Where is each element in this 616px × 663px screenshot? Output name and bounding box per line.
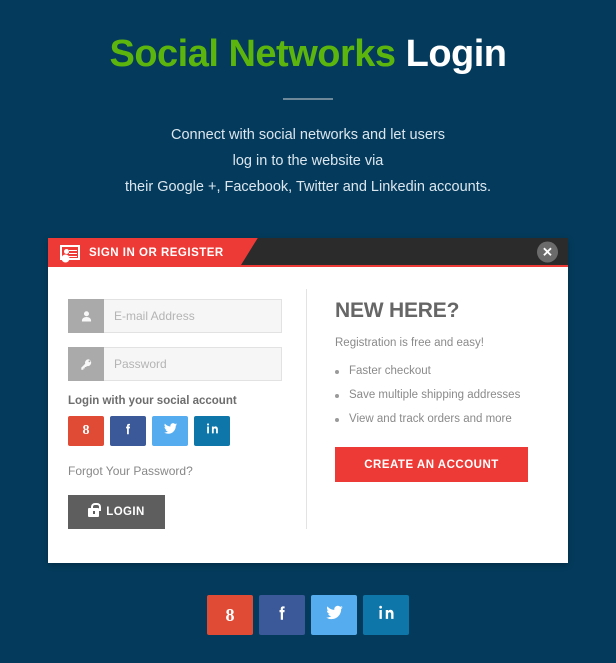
facebook-icon [273,604,291,627]
twitter-icon [325,603,344,627]
subtitle-line-3: their Google +, Facebook, Twitter and Li… [0,174,616,200]
google-plus-icon: 8 [83,423,90,439]
social-button-google-plus[interactable]: 8 [68,416,104,446]
list-item: Save multiple shipping addresses [335,389,568,401]
register-column: NEW HERE? Registration is free and easy!… [306,289,568,529]
create-account-button[interactable]: CREATE AN ACCOUNT [335,447,528,482]
subtitle-line-1: Connect with social networks and let use… [0,122,616,148]
password-field [68,347,282,381]
facebook-icon [121,422,135,441]
user-icon [68,299,104,333]
page-subtitle: Connect with social networks and let use… [0,122,616,200]
social-button-twitter[interactable] [152,416,188,446]
login-button-label: LOGIN [106,506,144,518]
key-icon [68,347,104,381]
lock-icon [88,508,99,517]
social-login-buttons: 8 [68,416,306,446]
register-heading: NEW HERE? [335,299,568,323]
footer-social-button-twitter[interactable] [311,595,357,635]
list-item: View and track orders and more [335,413,568,425]
linkedin-icon [378,604,395,626]
footer-social-bar: 8 [0,595,616,635]
footer-social-button-linkedin[interactable] [363,595,409,635]
twitter-icon [163,421,178,441]
social-button-facebook[interactable] [110,416,146,446]
register-benefits-list: Faster checkout Save multiple shipping a… [335,365,568,425]
modal-header: SIGN IN OR REGISTER ✕ [48,238,568,267]
register-intro: Registration is free and easy! [335,337,568,349]
tab-label: SIGN IN OR REGISTER [89,247,224,259]
forgot-password-link[interactable]: Forgot Your Password? [68,464,306,478]
signin-register-tab[interactable]: SIGN IN OR REGISTER [48,238,258,267]
linkedin-icon [206,422,219,440]
page-title: Social Networks Login [0,28,616,80]
social-login-label: Login with your social account [68,395,306,407]
google-plus-icon: 8 [226,605,235,626]
list-item: Faster checkout [335,365,568,377]
page-title-suffix: Login [406,33,507,75]
footer-social-button-facebook[interactable] [259,595,305,635]
title-divider [283,98,333,100]
email-input[interactable] [104,299,282,333]
hero-section: Social Networks Login Connect with socia… [0,0,616,200]
subtitle-line-2: log in to the website via [0,148,616,174]
signin-modal: SIGN IN OR REGISTER ✕ Login with your so… [48,238,568,563]
close-icon[interactable]: ✕ [537,241,558,262]
social-button-linkedin[interactable] [194,416,230,446]
modal-body: Login with your social account 8 [48,267,568,563]
id-card-icon [60,245,80,260]
password-input[interactable] [104,347,282,381]
footer-social-button-google-plus[interactable]: 8 [207,595,253,635]
page-title-highlight: Social Networks [109,33,395,75]
login-column: Login with your social account 8 [48,289,306,529]
login-button[interactable]: LOGIN [68,495,165,529]
email-field [68,299,282,333]
